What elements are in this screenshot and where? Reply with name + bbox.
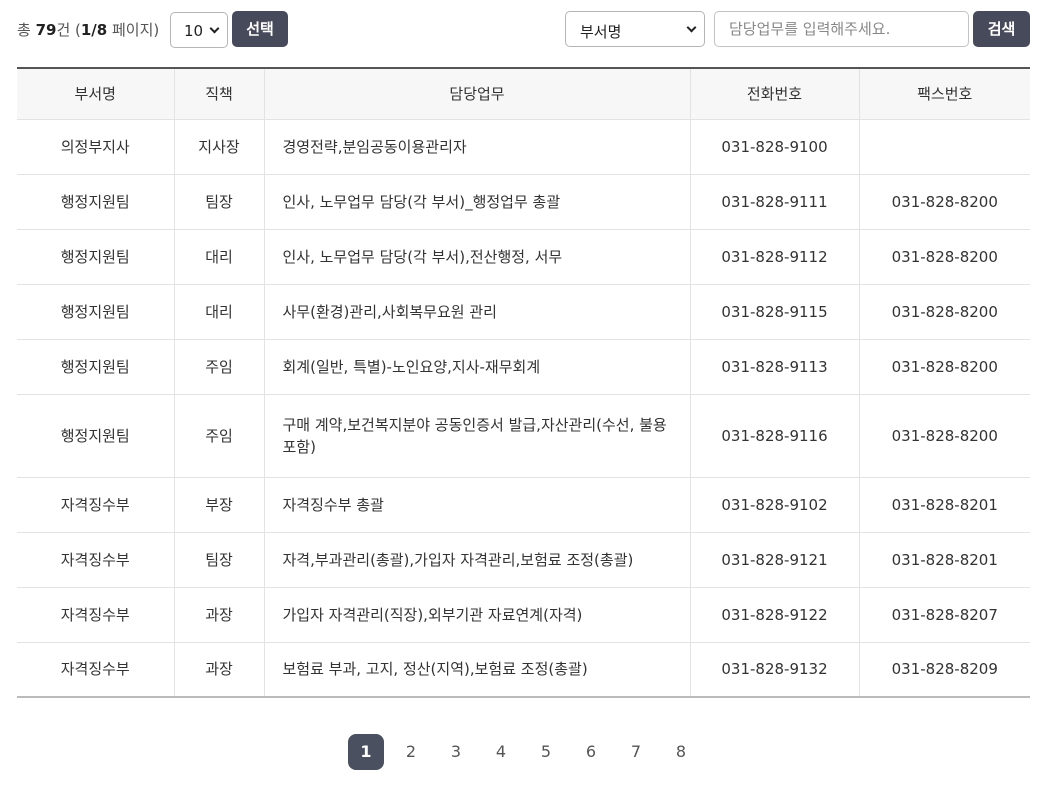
cell-duties: 인사, 노무업무 담당(각 부서),전산행정, 서무 [264, 229, 691, 285]
table-row: 행정지원팀 팀장 인사, 노무업무 담당(각 부서)_행정업무 총괄 031-8… [17, 174, 1030, 230]
count-suffix: 페이지) [107, 21, 160, 39]
page-link-8[interactable]: 8 [663, 734, 699, 770]
cell-position: 과장 [174, 642, 265, 697]
cell-duties: 구매 계약,보건복지분야 공동인증서 발급,자산관리(수선, 불용 포함) [264, 394, 691, 478]
page-size-value: 10 [184, 22, 204, 40]
search-button[interactable]: 검색 [973, 11, 1030, 47]
cell-position: 주임 [174, 394, 265, 478]
search-input[interactable] [714, 11, 969, 47]
table-row: 행정지원팀 대리 사무(환경)관리,사회복무요원 관리 031-828-9115… [17, 284, 1030, 340]
pagination: 1 2 3 4 5 6 7 8 [348, 734, 708, 770]
header-duties: 담당업무 [264, 68, 691, 120]
table-row: 자격징수부 부장 자격징수부 총괄 031-828-9102 031-828-8… [17, 477, 1030, 533]
table-row: 의정부지사 지사장 경영전략,분임공동이용관리자 031-828-9100 [17, 119, 1030, 175]
cell-department: 자격징수부 [17, 642, 175, 697]
cell-position: 팀장 [174, 532, 265, 588]
page-link-5[interactable]: 5 [528, 734, 564, 770]
cell-duties: 가입자 자격관리(직장),외부기관 자료연계(자격) [264, 587, 691, 643]
cell-duties: 보험료 부과, 고지, 정산(지역),보험료 조정(총괄) [264, 642, 691, 697]
department-select-value: 부서명 [580, 23, 622, 41]
cell-phone: 031-828-9100 [690, 119, 860, 175]
page-size-select[interactable]: 10 [170, 12, 228, 48]
cell-department: 행정지원팀 [17, 394, 175, 478]
cell-duties: 자격,부과관리(총괄),가입자 자격관리,보험료 조정(총괄) [264, 532, 691, 588]
count-total: 79 [35, 21, 57, 39]
cell-department: 의정부지사 [17, 119, 175, 175]
cell-duties: 회계(일반, 특별)-노인요양,지사-재무회계 [264, 339, 691, 395]
cell-position: 과장 [174, 587, 265, 643]
cell-department: 자격징수부 [17, 532, 175, 588]
header-position: 직책 [174, 68, 265, 120]
cell-phone: 031-828-9121 [690, 532, 860, 588]
table-row: 자격징수부 과장 가입자 자격관리(직장),외부기관 자료연계(자격) 031-… [17, 587, 1030, 643]
table-row: 행정지원팀 주임 구매 계약,보건복지분야 공동인증서 발급,자산관리(수선, … [17, 394, 1030, 478]
page-link-7[interactable]: 7 [618, 734, 654, 770]
table-row: 자격징수부 팀장 자격,부과관리(총괄),가입자 자격관리,보험료 조정(총괄)… [17, 532, 1030, 588]
table-row: 자격징수부 과장 보험료 부과, 고지, 정산(지역),보험료 조정(총괄) 0… [17, 642, 1030, 697]
table-header-row: 부서명 직책 담당업무 전화번호 팩스번호 [17, 68, 1030, 120]
cell-fax: 031-828-8201 [859, 532, 1030, 588]
page-link-3[interactable]: 3 [438, 734, 474, 770]
cell-position: 대리 [174, 229, 265, 285]
cell-department: 행정지원팀 [17, 229, 175, 285]
page-link-1[interactable]: 1 [348, 734, 384, 770]
header-phone: 전화번호 [690, 68, 860, 120]
header-department: 부서명 [17, 68, 175, 120]
table-row: 행정지원팀 대리 인사, 노무업무 담당(각 부서),전산행정, 서무 031-… [17, 229, 1030, 285]
cell-phone: 031-828-9132 [690, 642, 860, 697]
cell-duties: 경영전략,분임공동이용관리자 [264, 119, 691, 175]
cell-position: 부장 [174, 477, 265, 533]
cell-department: 자격징수부 [17, 587, 175, 643]
cell-department: 행정지원팀 [17, 339, 175, 395]
page-link-4[interactable]: 4 [483, 734, 519, 770]
cell-position: 주임 [174, 339, 265, 395]
cell-phone: 031-828-9112 [690, 229, 860, 285]
count-unit: 건 ( [56, 21, 81, 39]
cell-fax: 031-828-8207 [859, 587, 1030, 643]
count-page: 1/8 [80, 21, 108, 39]
cell-fax: 031-828-8209 [891, 660, 998, 679]
cell-fax: 031-828-8200 [859, 339, 1030, 395]
cell-position: 팀장 [174, 174, 265, 230]
cell-fax: 031-828-8201 [859, 477, 1030, 533]
cell-fax: 031-828-8200 [859, 394, 1030, 478]
count-prefix: 총 [17, 21, 36, 39]
cell-phone: 031-828-9111 [690, 174, 860, 230]
total-count: 총 79건 (1/8 페이지) [17, 19, 159, 40]
cell-fax: 031-828-8200 [859, 284, 1030, 340]
page-link-2[interactable]: 2 [393, 734, 429, 770]
cell-department: 행정지원팀 [17, 284, 175, 340]
cell-phone: 031-828-9115 [690, 284, 860, 340]
department-select[interactable]: 부서명 [565, 11, 705, 47]
page-link-6[interactable]: 6 [573, 734, 609, 770]
cell-position: 지사장 [174, 119, 265, 175]
cell-phone: 031-828-9122 [690, 587, 860, 643]
cell-fax [859, 119, 1030, 175]
cell-phone: 031-828-9113 [690, 339, 860, 395]
cell-department: 자격징수부 [17, 477, 175, 533]
cell-department: 행정지원팀 [17, 174, 175, 230]
cell-duties: 자격징수부 총괄 [264, 477, 691, 533]
cell-position: 대리 [174, 284, 265, 340]
cell-fax: 031-828-8200 [859, 174, 1030, 230]
table-row: 행정지원팀 주임 회계(일반, 특별)-노인요양,지사-재무회계 031-828… [17, 339, 1030, 395]
staff-table: 부서명 직책 담당업무 전화번호 팩스번호 의정부지사 지사장 경영전략,분임공… [17, 67, 1030, 698]
select-button[interactable]: 선택 [232, 11, 288, 47]
chevron-down-icon [209, 23, 220, 34]
cell-duties: 사무(환경)관리,사회복무요원 관리 [264, 284, 691, 340]
cell-phone: 031-828-9116 [690, 394, 860, 478]
cell-fax: 031-828-8200 [859, 229, 1030, 285]
header-fax: 팩스번호 [859, 68, 1030, 120]
cell-duties: 인사, 노무업무 담당(각 부서)_행정업무 총괄 [264, 174, 691, 230]
toolbar: 총 79건 (1/8 페이지) 10 선택 부서명 검색 [17, 11, 1030, 49]
chevron-down-icon [686, 22, 697, 33]
cell-phone: 031-828-9102 [690, 477, 860, 533]
